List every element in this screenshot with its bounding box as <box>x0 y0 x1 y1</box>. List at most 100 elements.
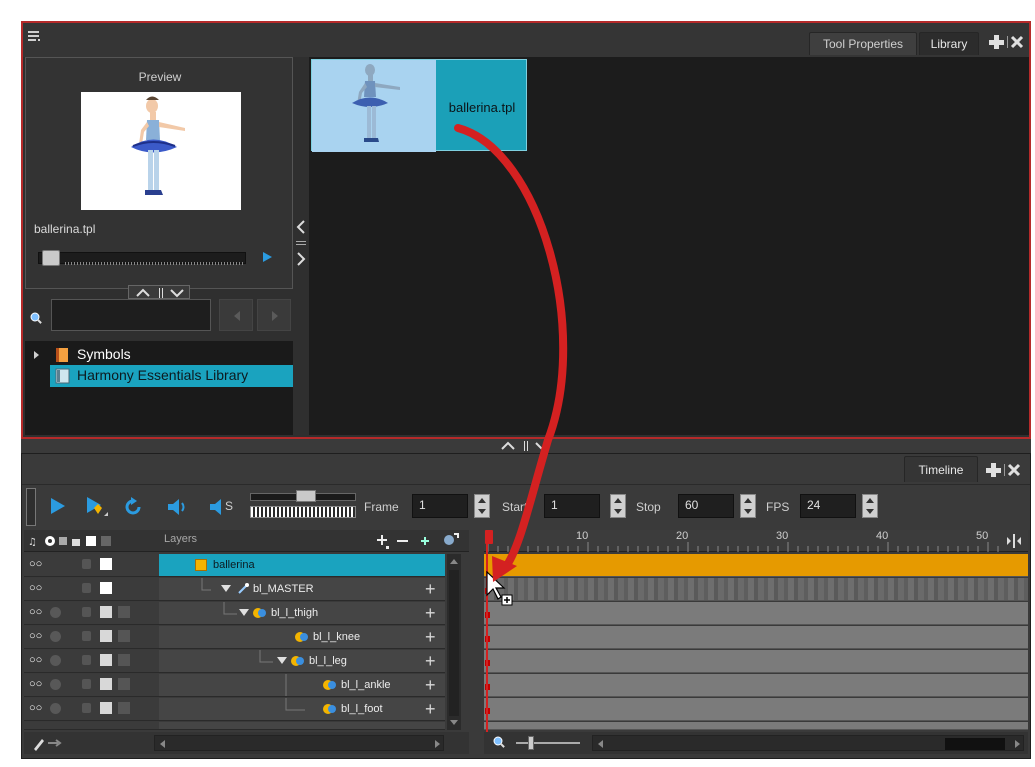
layer-row-bl-l-thigh[interactable]: bl_l_thigh + <box>159 602 445 625</box>
sound-toggle-icon[interactable]: ○○ <box>29 654 42 666</box>
lock-icon[interactable] <box>82 631 91 641</box>
outline-toggle-icon[interactable] <box>118 606 130 618</box>
layer-row-bl-master[interactable]: bl_MASTER + <box>159 578 445 601</box>
collapse-arrow-icon[interactable] <box>239 608 249 618</box>
layer-properties-icon[interactable] <box>442 531 460 549</box>
play-selection-icon[interactable] <box>84 494 110 520</box>
color-swatch-icon[interactable] <box>100 582 112 594</box>
search-input[interactable] <box>51 299 211 331</box>
layer-controls-row[interactable]: ○○ <box>24 650 159 673</box>
layer-row-bl-l-knee[interactable]: bl_l_knee + <box>159 626 445 649</box>
lock-icon[interactable] <box>82 559 91 569</box>
visibility-icon[interactable] <box>50 655 61 666</box>
loop-icon[interactable] <box>122 496 144 518</box>
tab-tool-properties[interactable]: Tool Properties <box>809 32 917 55</box>
stop-field[interactable]: 60 <box>678 494 734 518</box>
splitter-toggle-buttons[interactable] <box>494 440 556 452</box>
add-view-icon[interactable] <box>989 34 1005 50</box>
play-icon[interactable] <box>48 496 68 516</box>
sound-scrubbing-icon[interactable]: S <box>208 496 238 518</box>
expand-arrow-icon[interactable] <box>33 350 41 360</box>
start-field[interactable]: 1 <box>544 494 600 518</box>
timeline-track-bl-l-thigh[interactable] <box>484 602 1028 625</box>
tab-timeline[interactable]: Timeline <box>904 456 978 482</box>
speed-handle[interactable] <box>296 490 316 502</box>
outline-toggle-icon[interactable] <box>118 678 130 690</box>
add-child-icon[interactable]: + <box>425 627 436 647</box>
layer-row-bl-l-ankle[interactable]: bl_l_ankle + <box>159 674 445 697</box>
template-thumbnail-ballerina[interactable]: ballerina.tpl <box>311 59 527 152</box>
color-swatch-icon[interactable] <box>100 702 112 714</box>
splitter-collapse[interactable] <box>294 213 308 283</box>
frame-stepper[interactable] <box>474 494 490 518</box>
layer-controls-row[interactable]: ○○ <box>24 602 159 625</box>
collapse-arrow-icon[interactable] <box>277 656 287 666</box>
tab-library[interactable]: Library <box>919 32 979 55</box>
layer-row-ballerina[interactable]: ballerina <box>159 554 445 577</box>
zoom-slider[interactable] <box>516 736 580 750</box>
lock-icon[interactable] <box>82 583 91 593</box>
timeline-track-bl-l-ankle[interactable] <box>484 674 1028 697</box>
sound-icon[interactable] <box>166 496 188 518</box>
timeline-track-bl-l-foot[interactable] <box>484 698 1028 721</box>
color-swatch-icon[interactable] <box>100 606 112 618</box>
sound-toggle-icon[interactable]: ○○ <box>29 702 42 714</box>
frame-ruler[interactable]: 10 20 30 40 50 <box>484 530 1028 552</box>
timeline-track-bl-l-leg[interactable] <box>484 650 1028 673</box>
tree-item-symbols[interactable]: Symbols <box>25 345 293 365</box>
timeline-track-ballerina[interactable] <box>484 554 1028 577</box>
zoom-slider-handle[interactable] <box>528 736 534 750</box>
panel-menu-icon[interactable] <box>27 29 41 43</box>
timeline-zoom-toggle-icon[interactable] <box>1004 532 1024 550</box>
sound-toggle-icon[interactable]: ○○ <box>29 582 42 594</box>
collapse-arrow-icon[interactable] <box>221 584 231 594</box>
preview-play-icon[interactable] <box>260 250 274 264</box>
layer-controls-row[interactable]: ○○ <box>24 674 159 697</box>
toolbar-grip[interactable] <box>26 488 36 526</box>
visibility-icon[interactable] <box>50 607 61 618</box>
layer-row-bl-l-foot[interactable]: bl_l_foot + <box>159 698 445 721</box>
scrubber-handle[interactable] <box>42 250 60 266</box>
frame-field[interactable]: 1 <box>412 494 468 518</box>
layers-scrollbar[interactable] <box>447 554 461 730</box>
preview-scrubber[interactable] <box>38 250 246 266</box>
outline-toggle-icon[interactable] <box>118 654 130 666</box>
fps-field[interactable]: 24 <box>800 494 856 518</box>
lock-icon[interactable] <box>82 607 91 617</box>
timeline-horizontal-scrollbar[interactable] <box>592 735 1024 751</box>
sound-toggle-icon[interactable]: ○○ <box>29 606 42 618</box>
visibility-icon[interactable] <box>50 679 61 690</box>
start-stepper[interactable] <box>610 494 626 518</box>
visibility-icon[interactable] <box>50 703 61 714</box>
layer-controls-row[interactable]: ○○ <box>24 578 159 601</box>
layer-footer-tool-icon[interactable] <box>32 735 62 751</box>
layer-row-bl-l-leg[interactable]: bl_l_leg + <box>159 650 445 673</box>
outline-toggle-icon[interactable] <box>118 702 130 714</box>
add-child-icon[interactable]: + <box>425 603 436 623</box>
sound-toggle-icon[interactable]: ○○ <box>29 678 42 690</box>
add-child-icon[interactable]: + <box>425 579 436 599</box>
sound-toggle-icon[interactable]: ○○ <box>29 558 42 570</box>
visibility-icon[interactable] <box>50 631 61 642</box>
add-layer-icon[interactable] <box>376 532 390 550</box>
panel-splitter[interactable] <box>21 439 1031 453</box>
timeline-track-bl-master[interactable] <box>484 578 1028 601</box>
layer-controls-row[interactable]: ○○ <box>24 698 159 721</box>
color-swatch-icon[interactable] <box>100 654 112 666</box>
sound-toggle-icon[interactable]: ○○ <box>29 630 42 642</box>
close-panel-icon[interactable] <box>1004 462 1022 478</box>
preview-toggle-buttons[interactable] <box>128 285 190 299</box>
search-next-button[interactable] <box>257 299 291 331</box>
add-child-icon[interactable]: + <box>425 651 436 671</box>
stop-stepper[interactable] <box>740 494 756 518</box>
add-child-icon[interactable]: + <box>425 675 436 695</box>
lock-icon[interactable] <box>82 703 91 713</box>
layers-horizontal-scrollbar[interactable] <box>154 735 444 751</box>
lock-icon[interactable] <box>82 655 91 665</box>
add-child-icon[interactable]: + <box>425 699 436 719</box>
search-previous-button[interactable] <box>219 299 253 331</box>
color-swatch-icon[interactable] <box>100 630 112 642</box>
timeline-track-bl-l-knee[interactable] <box>484 626 1028 649</box>
playhead-handle[interactable] <box>485 530 493 544</box>
layer-controls-row[interactable]: ○○ <box>24 554 159 577</box>
